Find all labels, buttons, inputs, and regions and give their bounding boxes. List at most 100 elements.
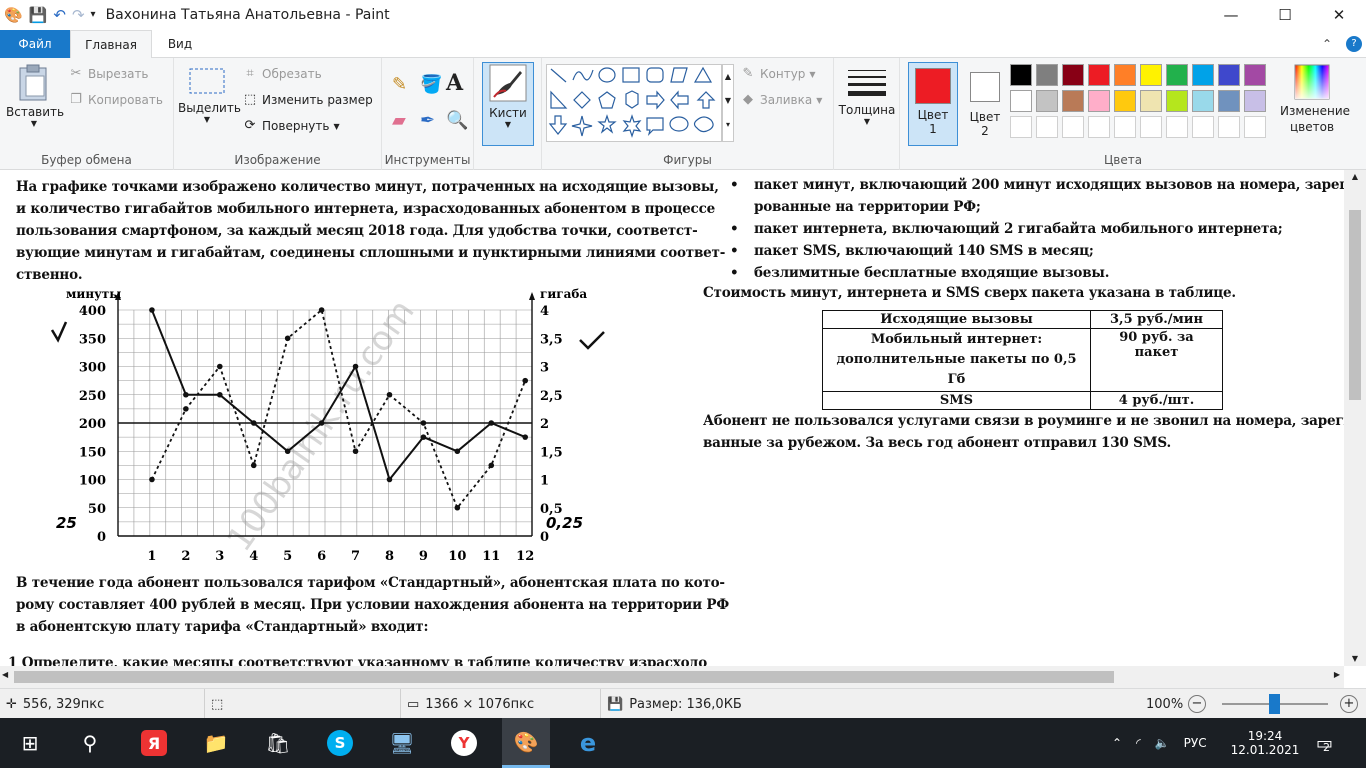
color1-button[interactable]: Цвет 1 (908, 62, 958, 146)
edge-taskbar[interactable]: e (564, 718, 612, 768)
color-swatch[interactable] (1140, 116, 1162, 138)
color-swatch[interactable] (1036, 90, 1058, 112)
magnifier-icon[interactable]: 🔍 (446, 110, 468, 131)
color-swatch[interactable] (1036, 116, 1058, 138)
color-swatch[interactable] (1140, 64, 1162, 86)
text-tool-icon[interactable]: A (446, 70, 463, 96)
zoom-in-button[interactable]: + (1340, 695, 1358, 713)
color-swatch[interactable] (1088, 116, 1110, 138)
color-swatch[interactable] (1114, 90, 1136, 112)
edit-colors-button[interactable]: Изменение цветов (1280, 64, 1350, 135)
color-swatch[interactable] (1218, 90, 1240, 112)
crop-button[interactable]: ⌗ Обрезать (242, 66, 321, 82)
scroll-up-icon[interactable]: ▲ (1344, 170, 1366, 184)
shapes-gallery[interactable] (546, 64, 722, 142)
shapes-scroll[interactable]: ▲ ▼ ▾ (722, 64, 734, 142)
brushes-button[interactable]: Кисти ▼ (482, 62, 534, 146)
tab-file[interactable]: Файл (0, 30, 70, 58)
color-swatch[interactable] (1010, 116, 1032, 138)
paste-dropdown-icon[interactable]: ▼ (6, 119, 62, 128)
canvas-area[interactable]: На графике точками изображено количество… (0, 170, 1366, 688)
resize-button[interactable]: ⬚ Изменить размер (242, 92, 373, 108)
zoom-out-button[interactable]: − (1188, 695, 1206, 713)
rotate-dropdown-icon[interactable]: ▼ (333, 122, 339, 131)
color-swatch[interactable] (1218, 64, 1240, 86)
outline-button[interactable]: ✎ Контур ▼ (740, 66, 816, 82)
clock[interactable]: 19:24 12.01.2021 (1226, 718, 1304, 768)
maximize-button[interactable]: ☐ (1258, 0, 1312, 30)
keyboard-language[interactable]: РУС (1184, 736, 1207, 750)
color-picker-icon[interactable]: ✒ (420, 110, 435, 131)
rotate-button[interactable]: ⟳ Повернуть ▼ (242, 118, 340, 134)
cut-button[interactable]: ✂ Вырезать (68, 66, 149, 82)
undo-icon[interactable]: ↶ (53, 0, 66, 30)
scroll-left-icon[interactable]: ◀ (2, 670, 8, 679)
redo-icon[interactable]: ↷ (72, 0, 85, 30)
minimize-button[interactable]: — (1204, 0, 1258, 30)
color2-button[interactable]: Цвет 2 (962, 62, 1008, 146)
wifi-icon[interactable]: ◜ (1136, 736, 1141, 750)
paint-taskbar[interactable]: 🎨 (502, 718, 550, 768)
color-swatch[interactable] (1114, 64, 1136, 86)
pencil-icon[interactable]: ✎ (392, 74, 407, 95)
color-swatch[interactable] (1166, 90, 1188, 112)
select-dropdown-icon[interactable]: ▼ (178, 115, 236, 124)
search-button[interactable]: ⚲ (66, 718, 114, 768)
rainbow-palette-icon (1294, 64, 1330, 100)
help-icon[interactable]: ? (1346, 36, 1362, 52)
fill-button[interactable]: ◆ Заливка ▼ (740, 92, 822, 108)
color-swatch[interactable] (1244, 116, 1266, 138)
paint-app-icon[interactable]: 🎨 (4, 0, 23, 30)
start-button[interactable]: ⊞ (6, 718, 54, 768)
color-swatch[interactable] (1114, 116, 1136, 138)
yandex-taskbar[interactable]: Y (440, 718, 488, 768)
color-swatch[interactable] (1192, 90, 1214, 112)
skype-taskbar[interactable]: S (316, 718, 364, 768)
brushes-dropdown-icon[interactable]: ▼ (483, 120, 533, 129)
vertical-scroll-thumb[interactable] (1349, 210, 1361, 400)
color-swatch[interactable] (1062, 116, 1084, 138)
horizontal-scrollbar[interactable]: ◀ ▶ (0, 666, 1344, 688)
color-swatch[interactable] (1244, 90, 1266, 112)
tab-home[interactable]: Главная (70, 30, 152, 58)
yandex-browser-taskbar[interactable]: Я (130, 718, 178, 768)
notifications-button[interactable]: ▭ 2 (1316, 718, 1333, 768)
color-swatch[interactable] (1244, 64, 1266, 86)
color-swatch[interactable] (1036, 64, 1058, 86)
folder-icon: 📁 (203, 731, 229, 755)
color-swatch[interactable] (1192, 116, 1214, 138)
color-swatch[interactable] (1140, 90, 1162, 112)
color-swatch[interactable] (1088, 64, 1110, 86)
size-button[interactable]: Толщина ▼ (838, 66, 896, 126)
color-swatch[interactable] (1088, 90, 1110, 112)
color-swatch[interactable] (1218, 116, 1240, 138)
save-icon[interactable]: 💾 (29, 0, 48, 30)
vertical-scrollbar[interactable]: ▲ ▼ (1344, 170, 1366, 666)
color-swatch[interactable] (1010, 64, 1032, 86)
desktop-taskbar[interactable]: 🖥 (378, 718, 426, 768)
quick-access-dropdown-icon[interactable]: ▾ (91, 0, 96, 30)
collapse-ribbon-icon[interactable]: ⌃ (1322, 30, 1332, 58)
color-swatch[interactable] (1166, 64, 1188, 86)
volume-icon[interactable]: 🔈 (1155, 736, 1170, 750)
file-explorer-taskbar[interactable]: 📁 (192, 718, 240, 768)
color-swatch[interactable] (1192, 64, 1214, 86)
close-button[interactable]: ✕ (1312, 0, 1366, 30)
tab-view[interactable]: Вид (152, 30, 208, 58)
canvas-image[interactable]: На графике точками изображено количество… (0, 170, 1366, 671)
color-swatch[interactable] (1166, 116, 1188, 138)
copy-button[interactable]: ❐ Копировать (68, 92, 163, 108)
paste-button[interactable]: Вставить ▼ (6, 64, 64, 128)
store-taskbar[interactable]: 🛍 (254, 718, 302, 768)
scroll-right-icon[interactable]: ▶ (1334, 670, 1340, 679)
color-swatch[interactable] (1010, 90, 1032, 112)
scroll-down-icon[interactable]: ▼ (1344, 652, 1366, 666)
horizontal-scroll-thumb[interactable] (14, 671, 1114, 683)
tray-chevron-icon[interactable]: ⌃ (1112, 736, 1122, 750)
color-swatch[interactable] (1062, 64, 1084, 86)
fill-bucket-icon[interactable]: 🪣 (420, 74, 442, 95)
eraser-icon[interactable]: ▰ (392, 110, 406, 131)
color-swatch[interactable] (1062, 90, 1084, 112)
select-button[interactable]: Выделить ▼ (178, 64, 241, 124)
zoom-slider-thumb[interactable] (1269, 694, 1280, 714)
